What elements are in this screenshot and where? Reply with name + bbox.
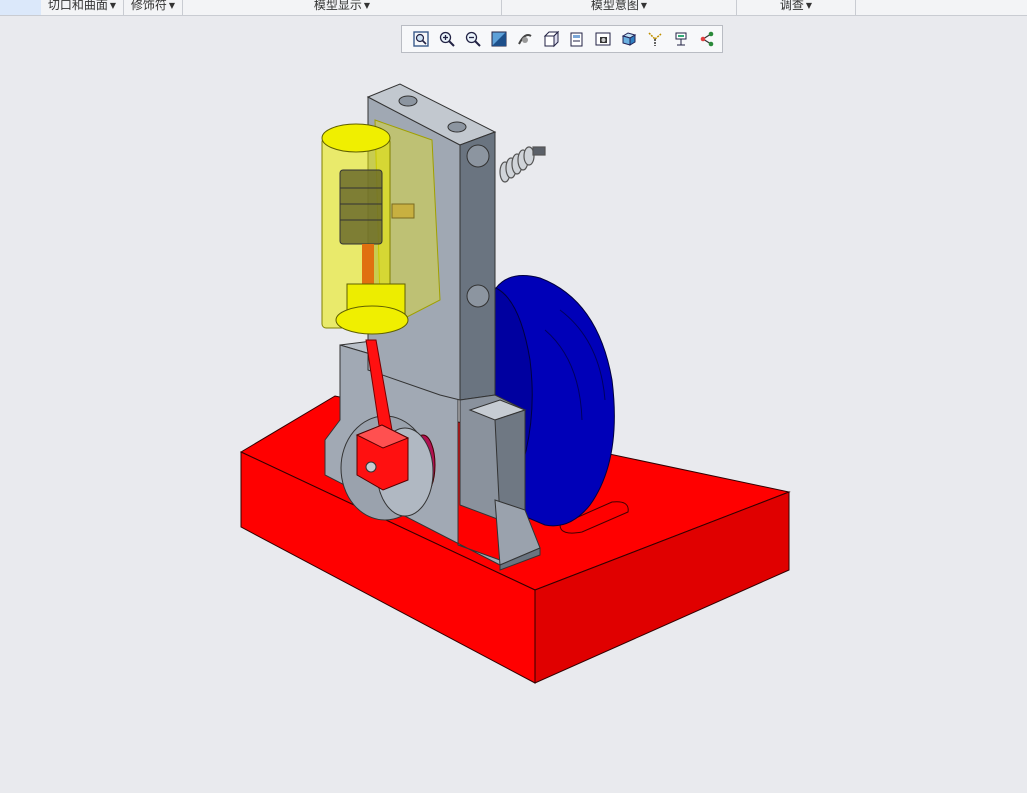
group-model-intent-label: 模型意图 — [590, 0, 639, 12]
group-modifiers-label: 修饰符 — [130, 0, 167, 12]
group-model-intent[interactable]: 模型意图 ▼ — [502, 0, 737, 15]
chevron-down-icon: ▼ — [363, 0, 371, 10]
graphics-window[interactable] — [0, 16, 1027, 793]
group-investigate-label: 调查 — [779, 0, 804, 12]
group-model-display[interactable]: 模型显示 ▼ — [183, 0, 502, 15]
cylinder-assembly — [321, 119, 441, 335]
chevron-down-icon: ▼ — [805, 0, 813, 10]
perspective-view-icon[interactable] — [590, 27, 616, 51]
spin-center-icon[interactable] — [668, 27, 694, 51]
chevron-down-icon: ▼ — [640, 0, 648, 10]
spring — [499, 146, 546, 183]
repaint-icon[interactable] — [486, 27, 512, 51]
group-investigate[interactable]: 调查 ▼ — [737, 0, 856, 15]
datum-display-icon[interactable] — [642, 27, 668, 51]
chevron-down-icon: ▼ — [168, 0, 176, 10]
group-model-display-label: 模型显示 — [313, 0, 362, 12]
group-cut-surface[interactable]: 切口和曲面 ▼ — [41, 0, 124, 15]
chevron-down-icon: ▼ — [109, 0, 117, 10]
saved-orientations-icon[interactable] — [538, 27, 564, 51]
view-manager-icon[interactable] — [564, 27, 590, 51]
graphics-toolbar — [401, 25, 723, 53]
refit-icon[interactable] — [408, 27, 434, 51]
reorient-icon[interactable] — [512, 27, 538, 51]
ribbon-group-strip: 切口和曲面 ▼ 修饰符 ▼ 模型显示 ▼ 模型意图 ▼ 调查 ▼ — [0, 0, 1027, 16]
group-modifiers[interactable]: 修饰符 ▼ — [124, 0, 183, 15]
zoom-in-icon[interactable] — [434, 27, 460, 51]
annotation-display-icon[interactable] — [694, 27, 720, 51]
zoom-out-icon[interactable] — [460, 27, 486, 51]
ribbon-selected-stub — [0, 0, 41, 15]
display-style-icon[interactable] — [616, 27, 642, 51]
group-cut-surface-label: 切口和曲面 — [47, 0, 108, 12]
